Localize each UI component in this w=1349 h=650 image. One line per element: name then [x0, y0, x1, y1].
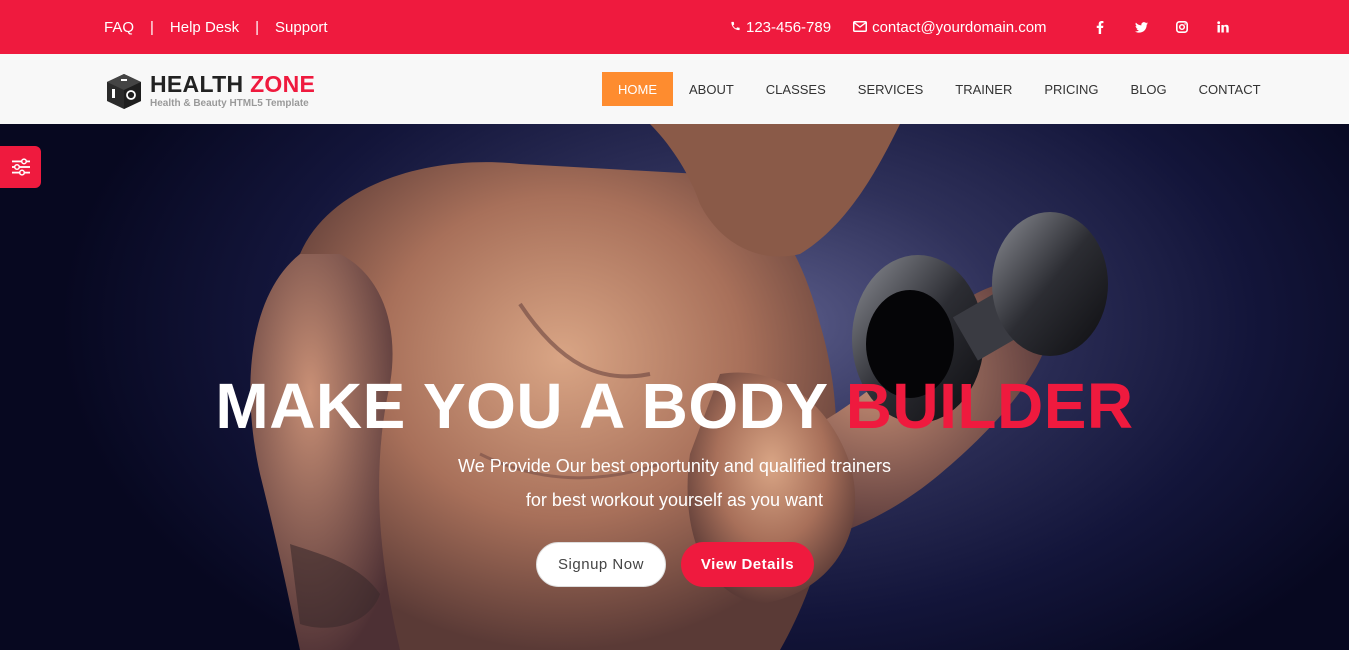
hero-headline-main: MAKE YOU A BODY — [215, 370, 828, 442]
hero-headline-accent: BUILDER — [845, 370, 1134, 442]
logo-cube-icon — [107, 74, 141, 109]
hero-headline: MAKE YOU A BODY BUILDER — [0, 369, 1349, 443]
phone-icon — [730, 19, 741, 36]
nav-about[interactable]: ABOUT — [673, 72, 750, 106]
signup-now-button[interactable]: Signup Now — [536, 542, 666, 587]
nav-trainer[interactable]: TRAINER — [939, 72, 1028, 106]
main-menu: HOME ABOUT CLASSES SERVICES TRAINER PRIC… — [602, 72, 1277, 106]
envelope-icon — [853, 19, 868, 36]
phone[interactable]: 123-456-789 — [730, 19, 831, 36]
email-address: contact@yourdomain.com — [872, 18, 1047, 36]
support-link[interactable]: Support — [275, 19, 328, 36]
linkedin-icon[interactable] — [1216, 20, 1230, 34]
hero-subtitle-line-2: for best workout yourself as you want — [525, 490, 824, 510]
phone-number: 123-456-789 — [746, 18, 832, 36]
contact-info: 123-456-789 contact@yourdomain.com — [730, 0, 1047, 54]
social-links — [1093, 0, 1230, 54]
view-details-button[interactable]: View Details — [681, 542, 814, 587]
hero-subtitle-line-1: We Provide Our best opportunity and qual… — [458, 456, 891, 476]
brand-title-part: HEALTH — [150, 71, 244, 97]
nav-home[interactable]: HOME — [602, 72, 673, 106]
top-bar: FAQ | Help Desk | Support 123-456-789 co… — [0, 0, 1349, 54]
brand-title-accent: ZONE — [250, 71, 316, 97]
settings-toggle-button[interactable] — [0, 146, 41, 188]
brand-logo[interactable]: HEALTH ZONE Health & Beauty HTML5 Templa… — [104, 71, 315, 111]
brand-title: HEALTH ZONE — [150, 73, 315, 96]
email[interactable]: contact@yourdomain.com — [853, 18, 1047, 36]
nav-pricing[interactable]: PRICING — [1028, 72, 1114, 106]
twitter-icon[interactable] — [1134, 20, 1148, 34]
nav-services[interactable]: SERVICES — [842, 72, 940, 106]
faq-link[interactable]: FAQ — [104, 19, 134, 36]
hero-banner: MAKE YOU A BODY BUILDER We Provide Our b… — [0, 124, 1349, 650]
main-navbar: HEALTH ZONE Health & Beauty HTML5 Templa… — [0, 54, 1349, 124]
brand-subtitle: Health & Beauty HTML5 Template — [150, 98, 309, 109]
separator: | — [255, 18, 260, 36]
sliders-icon — [11, 158, 30, 176]
top-links: FAQ | Help Desk | Support — [104, 0, 328, 54]
nav-classes[interactable]: CLASSES — [750, 72, 842, 106]
nav-contact[interactable]: CONTACT — [1183, 72, 1277, 106]
nav-blog[interactable]: BLOG — [1115, 72, 1183, 106]
help-desk-link[interactable]: Help Desk — [170, 19, 239, 36]
facebook-icon[interactable] — [1093, 20, 1107, 34]
instagram-icon[interactable] — [1175, 20, 1189, 34]
separator: | — [150, 18, 154, 36]
